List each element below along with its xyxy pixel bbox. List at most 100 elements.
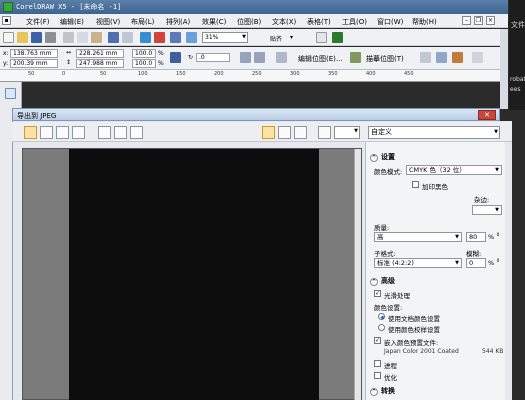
x-position-field[interactable]: 138.763 mm [10,49,58,58]
split-horizontal-preview-icon[interactable] [56,126,69,139]
chevron-down-icon[interactable]: ▾ [290,34,293,41]
zoom-in-icon[interactable] [278,126,291,139]
restore-doc-icon[interactable]: ❐ [474,16,483,25]
pan-tool-icon[interactable] [262,126,275,139]
options-icon[interactable] [316,32,327,43]
cut-icon[interactable] [63,32,74,43]
ruler-tick: 300 [290,71,300,77]
color-mode-value: CMYK 色（32 位） [409,166,466,174]
ruler-tick: 400 [366,71,376,77]
zoom-level-combo[interactable]: 31% ▼ [202,32,248,43]
preset-dropdown[interactable]: 自定义 ▼ [368,126,500,139]
menu-file[interactable]: 文件(F) [26,17,50,27]
use-document-color-radio[interactable] [378,313,385,320]
menu-effects[interactable]: 效果(C) [202,17,226,27]
blur-field[interactable]: 0 [466,258,486,268]
menu-help[interactable]: 帮助(H) [412,17,437,27]
rotation-angle-field[interactable]: .0 [196,53,230,62]
quality-number-field[interactable]: 80 [466,232,486,242]
quality-dropdown[interactable]: 高 ▼ [374,232,462,242]
open-icon[interactable] [17,32,28,43]
fit-selection-icon[interactable] [114,126,127,139]
paste-icon[interactable] [91,32,102,43]
optimize-checkbox[interactable] [374,372,381,379]
fit-width-icon[interactable] [130,126,143,139]
eyedropper-icon[interactable] [318,126,331,139]
color-swatch-dropdown[interactable]: ▼ [334,126,360,139]
color-mode-dropdown[interactable]: CMYK 色（32 位） ▼ [406,165,502,175]
quality-stepper-icon[interactable]: ⇕ [496,232,500,238]
bitmap-icon[interactable] [276,52,287,63]
undo-icon[interactable] [108,32,119,43]
snap-to-button[interactable]: 贴齐 [270,34,282,43]
menu-bar: ▪ 文件(F) 编辑(E) 视图(V) 布局(L) 排列(A) 效果(C) 位图… [0,14,508,28]
background-window-text: ees [510,86,521,93]
import-icon[interactable] [140,32,151,43]
trace-bitmap-icon[interactable] [350,52,361,63]
menu-tools[interactable]: 工具(O) [342,17,367,27]
advanced-section-header[interactable]: ^ 高级 [370,276,395,286]
transform-section-header[interactable]: ^ 转换 [370,386,395,396]
settings-section-header[interactable]: ^ 设置 [370,152,395,162]
close-dialog-button[interactable]: ✕ [478,110,496,120]
save-icon[interactable] [31,32,42,43]
menu-window[interactable]: 窗口(W) [377,17,403,27]
scale-x-field[interactable]: 100.0 [132,49,156,58]
preview-scrollbar[interactable] [354,149,361,400]
split-vertical-preview-icon[interactable] [40,126,53,139]
redo-icon[interactable] [122,32,133,43]
bitmap-color-mask-icon[interactable] [452,52,463,63]
scale-y-field[interactable]: 100.0 [132,59,156,68]
menu-layout[interactable]: 布局(L) [131,17,154,27]
y-position-field[interactable]: 200.39 mm [10,59,58,68]
matte-label: 杂边: [474,196,490,204]
resample-icon[interactable] [420,52,431,63]
pick-tool-icon[interactable] [5,88,16,99]
copy-icon[interactable] [77,32,88,43]
menu-bitmaps[interactable]: 位图(B) [237,17,261,27]
scale-y-unit: % [158,60,164,67]
wrap-text-icon[interactable] [472,52,483,63]
single-preview-icon[interactable] [24,126,37,139]
docker-scrollbar[interactable] [500,29,508,109]
menu-edit[interactable]: 编辑(E) [60,17,84,27]
menu-view[interactable]: 视图(V) [96,17,120,27]
crop-bitmap-icon[interactable] [436,52,447,63]
lock-ratio-icon[interactable] [170,52,181,63]
zoom-out-icon[interactable] [294,126,307,139]
application-launcher-icon[interactable] [170,32,181,43]
quad-preview-icon[interactable] [72,126,85,139]
print-icon[interactable] [45,32,56,43]
welcome-screen-icon[interactable] [186,32,197,43]
color-profile-size: 544 KB [482,348,504,355]
document-menu-icon[interactable]: ▪ [2,16,11,25]
anti-alias-checkbox[interactable]: ✓ [374,290,381,297]
menu-text[interactable]: 文本(X) [272,17,296,27]
width-field[interactable]: 228.261 mm [76,49,124,58]
progressive-checkbox[interactable] [374,360,381,367]
embed-profile-label: 嵌入颜色预置文件: [384,339,439,347]
menu-arrange[interactable]: 排列(A) [166,17,190,27]
matte-color-dropdown[interactable]: ▼ [472,205,502,215]
ruler-tick: 50 [28,71,35,77]
minimize-doc-icon[interactable]: – [462,16,471,25]
image-preview[interactable] [22,148,362,400]
subformat-value: 标准 (4:2:2) [377,259,414,267]
overprint-black-checkbox[interactable] [412,181,419,188]
trace-bitmap-button[interactable]: 描摹位图(T) [366,54,404,64]
embed-profile-checkbox[interactable]: ✓ [374,337,381,344]
mirror-vertical-icon[interactable] [254,52,265,63]
mirror-horizontal-icon[interactable] [240,52,251,63]
use-proof-color-radio[interactable] [378,324,385,331]
height-field[interactable]: 247.988 mm [76,59,124,68]
close-doc-icon[interactable]: × [486,16,495,25]
edit-bitmap-button[interactable]: 编辑位图(E)... [298,54,343,64]
fit-page-icon[interactable] [98,126,111,139]
new-doc-icon[interactable] [3,32,14,43]
blur-stepper-icon[interactable]: ⇕ [496,258,500,264]
corel-connect-icon[interactable] [332,32,343,43]
blur-unit: % [488,259,495,267]
export-icon[interactable] [154,32,165,43]
subformat-dropdown[interactable]: 标准 (4:2:2) ▼ [374,258,462,268]
menu-table[interactable]: 表格(T) [307,17,331,27]
